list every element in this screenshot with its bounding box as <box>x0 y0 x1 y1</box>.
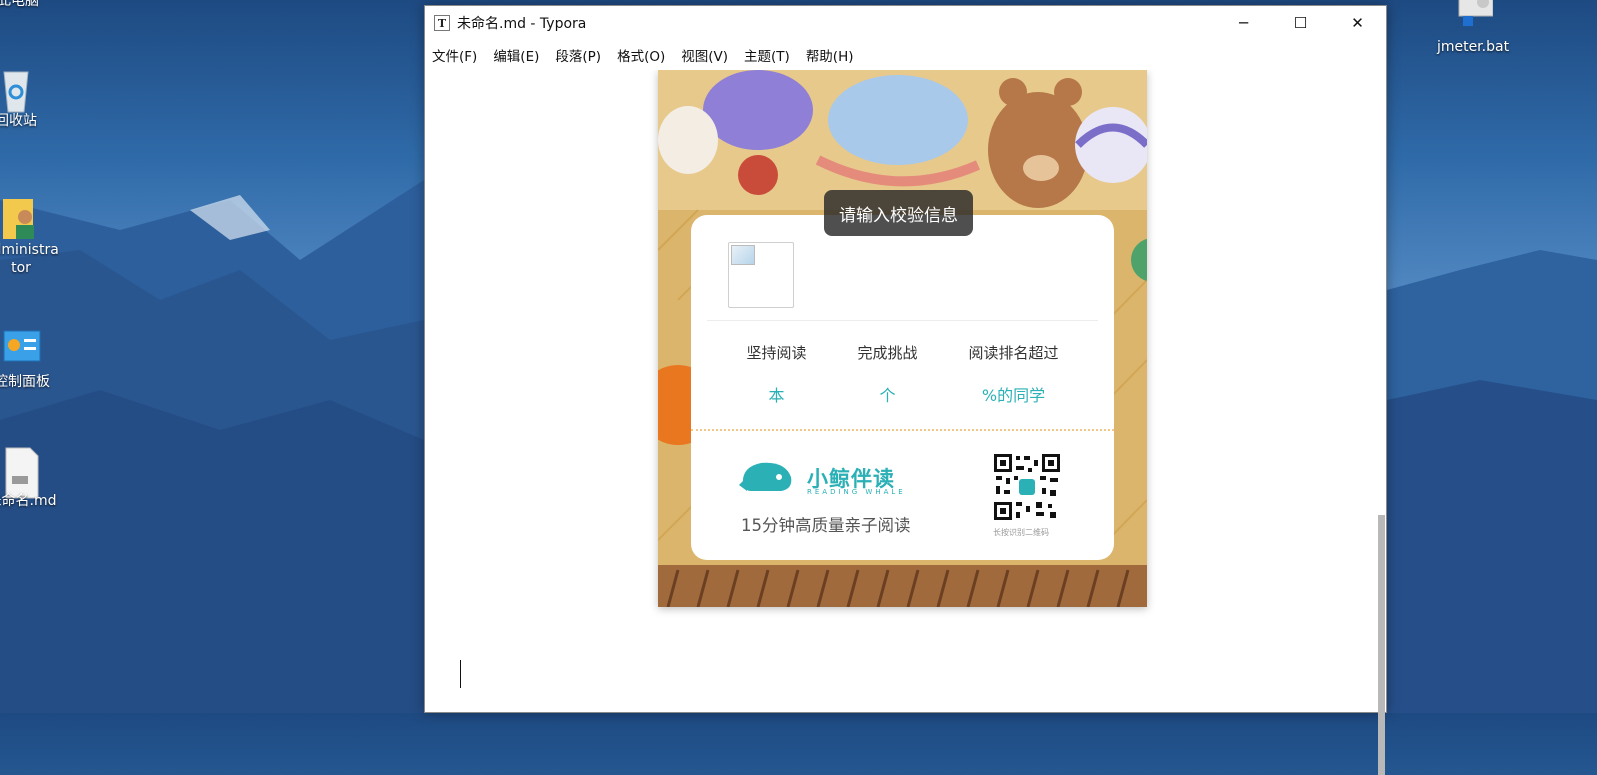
menu-edit[interactable]: 编辑(E) <box>492 45 547 65</box>
menu-view[interactable]: 视图(V) <box>680 45 736 65</box>
desktop-icon-label: Administrator <box>0 242 59 276</box>
desktop-icon-untitled-md[interactable]: 未命名.md <box>0 446 62 510</box>
embedded-poster-image: 坚持阅读 本 完成挑战 个 阅读排名超过 %的同学 小鲸伴读 READING W… <box>658 70 1147 607</box>
window-controls: ─ ☐ ✕ <box>1215 6 1386 40</box>
broken-image-placeholder <box>728 242 794 308</box>
toast-message: 请输入校验信息 <box>824 190 973 236</box>
stat-unit: %的同学 <box>981 386 1046 405</box>
batch-file-icon <box>1453 0 1494 36</box>
stat-challenges: 完成挑战 个 <box>857 342 917 406</box>
stat-label: 完成挑战 <box>857 344 918 362</box>
desktop-icon-label: 回收站 <box>0 113 37 129</box>
recycle-bin-icon <box>0 66 36 113</box>
close-button[interactable]: ✕ <box>1329 6 1386 40</box>
desktop-icon-label: jmeter.bat <box>1436 39 1510 55</box>
menu-bar: 文件(F) 编辑(E) 段落(P) 格式(O) 视图(V) 主题(T) 帮助(H… <box>425 40 1386 70</box>
menu-help[interactable]: 帮助(H) <box>805 45 862 65</box>
menu-theme[interactable]: 主题(T) <box>743 45 798 65</box>
control-panel-icon <box>2 327 42 371</box>
editor-area[interactable]: 坚持阅读 本 完成挑战 个 阅读排名超过 %的同学 小鲸伴读 READING W… <box>425 70 1386 712</box>
qr-caption: 长按识别二维码 <box>993 528 1049 537</box>
stat-unit: 个 <box>879 386 896 405</box>
minimize-button[interactable]: ─ <box>1215 6 1272 40</box>
typora-app-icon: T <box>434 15 450 31</box>
menu-file[interactable]: 文件(F) <box>431 45 485 65</box>
desktop-icon-jmeter-bat[interactable]: jmeter.bat <box>1433 0 1513 56</box>
dotted-divider <box>691 429 1114 431</box>
maximize-button[interactable]: ☐ <box>1272 6 1329 40</box>
card-divider <box>707 320 1098 321</box>
menu-paragraph[interactable]: 段落(P) <box>554 45 609 65</box>
desktop-icon-label: 控制面板 <box>0 374 50 390</box>
tagline: 15分钟高质量亲子阅读 <box>741 516 911 535</box>
text-cursor <box>460 660 461 688</box>
desktop-icon-administrator[interactable]: Administrator <box>0 195 60 277</box>
scrollbar-thumb[interactable] <box>1378 515 1385 775</box>
vertical-scrollbar[interactable] <box>1377 70 1386 775</box>
broken-image-icon <box>731 245 755 265</box>
menu-format[interactable]: 格式(O) <box>616 45 673 65</box>
user-folder-icon <box>1 195 41 239</box>
desktop-icon-label: 此电脑 <box>0 0 39 9</box>
desktop-icon-this-pc[interactable]: 此电脑 <box>0 0 58 10</box>
window-title: 未命名.md - Typora <box>457 16 587 32</box>
stat-ranking: 阅读排名超过 %的同学 <box>968 342 1058 406</box>
markdown-file-icon <box>2 446 42 499</box>
desktop-icon-label: 未命名.md <box>0 493 57 509</box>
result-card: 坚持阅读 本 完成挑战 个 阅读排名超过 %的同学 小鲸伴读 READING W… <box>691 215 1114 560</box>
qr-code-icon <box>992 452 1062 522</box>
desktop-icon-recycle-bin[interactable]: 回收站 <box>0 66 56 130</box>
title-bar[interactable]: T 未命名.md - Typora ─ ☐ ✕ <box>425 6 1386 40</box>
stat-books: 坚持阅读 本 <box>746 342 806 406</box>
stat-label: 阅读排名超过 <box>968 344 1059 362</box>
stats-row: 坚持阅读 本 完成挑战 个 阅读排名超过 %的同学 <box>691 342 1114 406</box>
stat-unit: 本 <box>768 386 785 405</box>
typora-window: T 未命名.md - Typora ─ ☐ ✕ 文件(F) 编辑(E) 段落(P… <box>424 5 1387 775</box>
whale-logo-icon <box>739 462 792 491</box>
stat-label: 坚持阅读 <box>746 344 807 362</box>
brand-logo: 小鲸伴读 READING WHALE <box>737 455 903 503</box>
desktop-icon-control-panel[interactable]: 控制面板 <box>0 327 62 391</box>
brand-subtitle: READING WHALE <box>807 488 906 496</box>
